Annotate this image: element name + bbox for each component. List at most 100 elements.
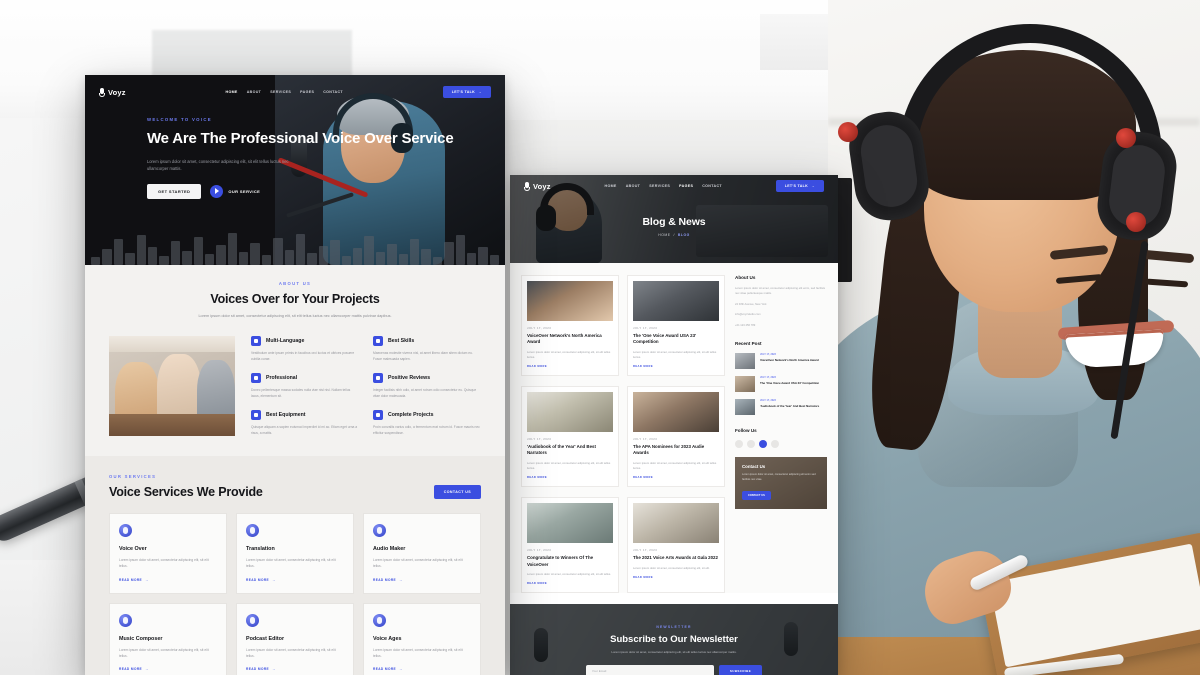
nav-item-home[interactable]: HOME [605,184,617,188]
blog-post-card[interactable]: JULY 17, 2023 The APA Nominees for 2023 … [627,386,725,487]
recent-post-title[interactable]: 'Audiobook of the Year' And Best Narrato… [760,404,819,408]
blog-sidebar: About Us Lorem ipsum dolor sit amet, con… [735,275,827,593]
nav-item-services[interactable]: SERVICES [270,90,291,94]
post-title[interactable]: VoiceOver Network's North America Award [527,333,613,346]
blog-page-mockup[interactable]: Voyz HOME ABOUT SERVICES PAGES CONTACT L… [510,175,838,675]
service-read-more[interactable]: READ MORE → [246,667,344,671]
our-service-button[interactable]: OUR SERVICE [210,185,260,198]
service-card[interactable]: Music Composer Lorem ipsum dolor sit ame… [109,603,227,675]
service-read-more[interactable]: READ MORE → [373,667,471,671]
service-card[interactable]: Podcast Editor Lorem ipsum dolor sit ame… [236,603,354,675]
contact-promo-card[interactable]: Contact Us Lorem ipsum dolor sit amet, c… [735,457,827,509]
service-read-more[interactable]: READ MORE → [119,667,217,671]
brand-name: Voyz [108,88,126,97]
lets-talk-button[interactable]: LET'S TALK → [776,180,824,192]
breadcrumb[interactable]: HOME / BLOG [658,233,689,237]
hero-paragraph: Lorem ipsum dolor sit amet, consectetur … [147,158,297,173]
service-card[interactable]: Voice Ages Lorem ipsum dolor sit amet, c… [363,603,481,675]
promo-button[interactable]: CONTACT US [742,491,771,500]
microphone-icon [524,182,530,191]
services-section: OUR SERVICES Voice Services We Provide C… [85,456,505,675]
feature-item: Best Skills Maecenas molestie viverra ni… [373,336,481,363]
service-title: Podcast Editor [246,636,344,642]
nav-item-home[interactable]: HOME [226,90,238,94]
post-read-more[interactable]: READ MORE [633,365,719,368]
blog-post-card[interactable]: JULY 17, 2023 'Audiobook of the Year' An… [521,386,619,487]
logo[interactable]: Voyz [524,182,551,191]
services-header: OUR SERVICES Voice Services We Provide C… [109,474,481,499]
widget-text: Lorem ipsum dolor sit amet, consectetur … [735,286,827,297]
post-title[interactable]: The 2021 Voice Arts Awards at Gala 2022 [633,555,719,561]
home-page-mockup[interactable]: Voyz HOME ABOUT SERVICES PAGES CONTACT L… [85,75,505,675]
recent-post-title[interactable]: The 'One Voice Award USA 23' Competition [760,381,819,385]
post-read-more[interactable]: READ MORE [633,476,719,479]
recent-post-item[interactable]: JULY 17, 2023 'Audiobook of the Year' An… [735,399,827,415]
post-excerpt: Lorem ipsum dolor sit amet, consectetur … [633,461,719,471]
service-read-more[interactable]: READ MORE → [119,578,217,582]
widget-address: 24 Fifth Avenue, New York [735,302,827,307]
service-read-more[interactable]: READ MORE → [246,578,344,582]
sidebar-widget-about: About Us Lorem ipsum dolor sit amet, con… [735,275,827,328]
feature-item: Professional Donec pellentesque massa so… [251,373,359,400]
post-title[interactable]: Congratulate to Winners Of The VoiceOver [527,555,613,568]
microphone-icon [119,524,132,537]
breadcrumb-home[interactable]: HOME [658,233,670,237]
post-title[interactable]: 'Audiobook of the Year' And Best Narrato… [527,444,613,457]
contact-us-button[interactable]: CONTACT US [434,485,481,499]
arrow-right-icon: → [399,667,403,671]
blog-post-card[interactable]: JULY 17, 2023 The 'One Voice Award USA 2… [627,275,725,376]
social-links[interactable] [735,440,827,448]
about-grid: Multi-Language Vestibulum ante ipsum pri… [109,336,481,436]
instagram-icon[interactable] [759,440,767,448]
service-read-more[interactable]: READ MORE → [373,578,471,582]
facebook-icon[interactable] [735,440,743,448]
blog-post-card[interactable]: JULY 17, 2023 VoiceOver Network's North … [521,275,619,376]
service-title: Voice Over [119,546,217,552]
nav-item-pages[interactable]: PAGES [300,90,314,94]
twitter-icon[interactable] [747,440,755,448]
post-title[interactable]: The 'One Voice Award USA 23' Competition [633,333,719,346]
recent-post-item[interactable]: JULY 17, 2023 VoiceOver Network's North … [735,353,827,369]
widget-phone[interactable]: +01 123 456 789 [735,323,827,328]
blog-post-card[interactable]: JULY 17, 2023 Congratulate to Winners Of… [521,497,619,593]
nav-item-pages[interactable]: PAGES [679,184,693,188]
email-input[interactable]: Your Email [586,665,714,675]
arrow-right-icon: → [145,578,149,582]
sidebar-widget-recent-post: Recent Post JULY 17, 2023 VoiceOver Netw… [735,341,827,415]
subscribe-button[interactable]: SUBSCRIBE [719,665,762,675]
nav-item-services[interactable]: SERVICES [649,184,670,188]
lets-talk-button[interactable]: LET'S TALK → [443,86,491,98]
newsletter-form[interactable]: Your Email SUBSCRIBE [586,665,762,675]
woman-with-headphones-photo [828,0,1200,675]
nav-item-about[interactable]: ABOUT [626,184,641,188]
post-title[interactable]: The APA Nominees for 2023 Audie Awards [633,444,719,457]
post-read-more[interactable]: READ MORE [527,582,613,585]
nav-item-about[interactable]: ABOUT [247,90,262,94]
nav-item-contact[interactable]: CONTACT [323,90,343,94]
post-read-more[interactable]: READ MORE [527,476,613,479]
get-started-button[interactable]: GET STARTED [147,184,201,199]
logo[interactable]: Voyz [99,88,126,97]
post-read-more[interactable]: READ MORE [633,576,719,579]
read-more-label: READ MORE [373,578,396,582]
blog-body: JULY 17, 2023 VoiceOver Network's North … [510,263,838,593]
recent-post-title[interactable]: VoiceOver Network's North America Award [760,358,819,362]
service-text: Lorem ipsum dolor sit amet, consectetur … [119,557,217,570]
feature-title: Complete Projects [388,412,434,418]
service-title: Translation [246,546,344,552]
service-card[interactable]: Translation Lorem ipsum dolor sit amet, … [236,513,354,594]
service-card[interactable]: Audio Maker Lorem ipsum dolor sit amet, … [363,513,481,594]
widget-email[interactable]: info@voyzstudio.com [735,312,827,317]
linkedin-icon[interactable] [771,440,779,448]
home-nav-links[interactable]: HOME ABOUT SERVICES PAGES CONTACT [226,90,343,94]
arrow-right-icon: → [399,578,403,582]
recent-post-date: JULY 17, 2023 [760,376,819,379]
music-note-icon [119,614,132,627]
post-read-more[interactable]: READ MORE [527,365,613,368]
blog-post-card[interactable]: JULY 17, 2023 The 2021 Voice Arts Awards… [627,497,725,593]
nav-item-contact[interactable]: CONTACT [702,184,722,188]
about-eyebrow: ABOUT US [109,281,481,286]
service-card[interactable]: Voice Over Lorem ipsum dolor sit amet, c… [109,513,227,594]
recent-post-item[interactable]: JULY 17, 2023 The 'One Voice Award USA 2… [735,376,827,392]
blog-nav-links[interactable]: HOME ABOUT SERVICES PAGES CONTACT [605,184,722,188]
